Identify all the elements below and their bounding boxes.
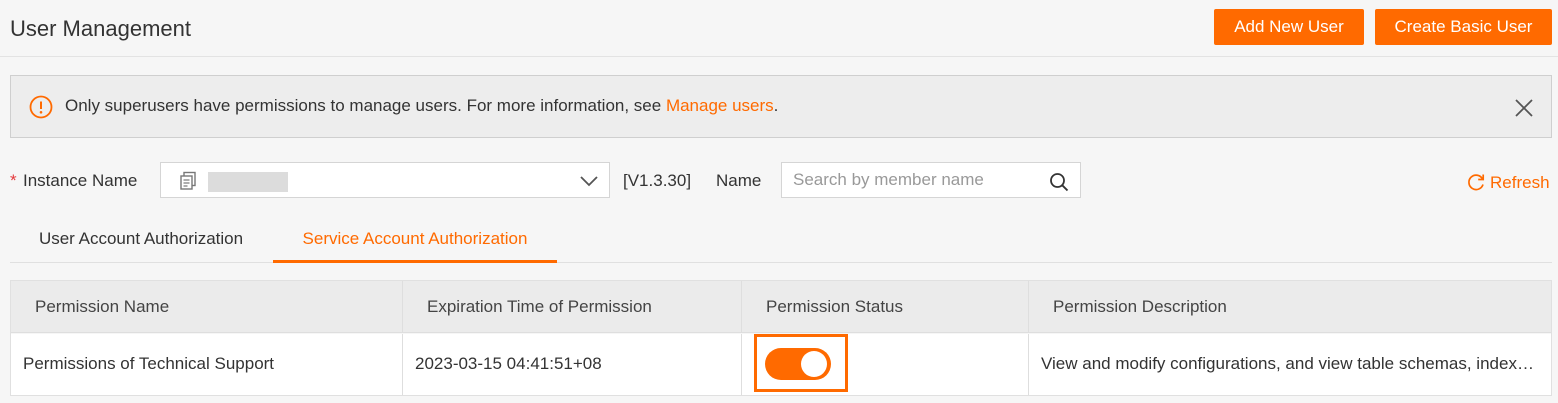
member-search-input[interactable]: [782, 163, 1042, 197]
instance-name-label: Instance Name: [23, 171, 138, 190]
page-header: User Management Add New User Create Basi…: [0, 0, 1558, 57]
refresh-label: Refresh: [1490, 173, 1550, 192]
info-notice-banner: Only superusers have permissions to mana…: [10, 75, 1552, 138]
permissions-table: Permission Name Expiration Time of Permi…: [10, 280, 1552, 396]
authorization-tabs: User Account Authorization Service Accou…: [10, 217, 1552, 263]
tab-user-account-authorization[interactable]: User Account Authorization: [10, 217, 272, 263]
search-icon[interactable]: [1049, 172, 1069, 192]
column-header-permission-name: Permission Name: [11, 281, 403, 332]
info-circle-icon: [29, 95, 53, 119]
refresh-icon: [1468, 174, 1485, 191]
column-header-expiration-time: Expiration Time of Permission: [403, 281, 742, 332]
instance-copy-icon: [180, 171, 196, 190]
instance-version: [V1.3.30]: [623, 171, 692, 190]
add-new-user-button[interactable]: Add New User: [1214, 9, 1364, 45]
chevron-down-icon: [580, 176, 598, 187]
refresh-button[interactable]: Refresh: [1466, 172, 1550, 193]
create-basic-user-button[interactable]: Create Basic User: [1375, 9, 1552, 45]
notice-text: Only superusers have permissions to mana…: [65, 96, 778, 116]
permission-description-cell: View and modify configurations, and view…: [1041, 354, 1550, 373]
column-header-permission-description: Permission Description: [1053, 297, 1227, 316]
member-search-box: [781, 162, 1081, 198]
permission-name-cell: Permissions of Technical Support: [11, 334, 403, 395]
name-label: Name: [716, 171, 762, 190]
table-row: Permissions of Technical Support 2023-03…: [11, 334, 1551, 395]
notice-suffix: .: [773, 96, 779, 115]
required-mark: *: [10, 171, 17, 190]
permission-status-toggle[interactable]: [765, 348, 831, 380]
page-title: User Management: [10, 16, 191, 41]
toggle-highlight-box: [754, 334, 848, 392]
instance-value-redacted: [208, 172, 288, 192]
notice-message: Only superusers have permissions to mana…: [65, 96, 666, 115]
toggle-knob: [801, 351, 827, 377]
filter-row: * Instance Name [V1.3.30] Name Refresh: [0, 160, 1558, 200]
permission-status-cell: [742, 334, 1029, 395]
tab-service-account-authorization[interactable]: Service Account Authorization: [273, 217, 557, 263]
instance-select[interactable]: [160, 162, 610, 198]
close-icon[interactable]: [1512, 96, 1536, 120]
expiration-time-cell: 2023-03-15 04:41:51+08: [403, 334, 742, 395]
manage-users-link[interactable]: Manage users: [666, 96, 774, 115]
table-header-row: Permission Name Expiration Time of Permi…: [11, 281, 1551, 333]
column-header-permission-status: Permission Status: [742, 281, 1029, 332]
